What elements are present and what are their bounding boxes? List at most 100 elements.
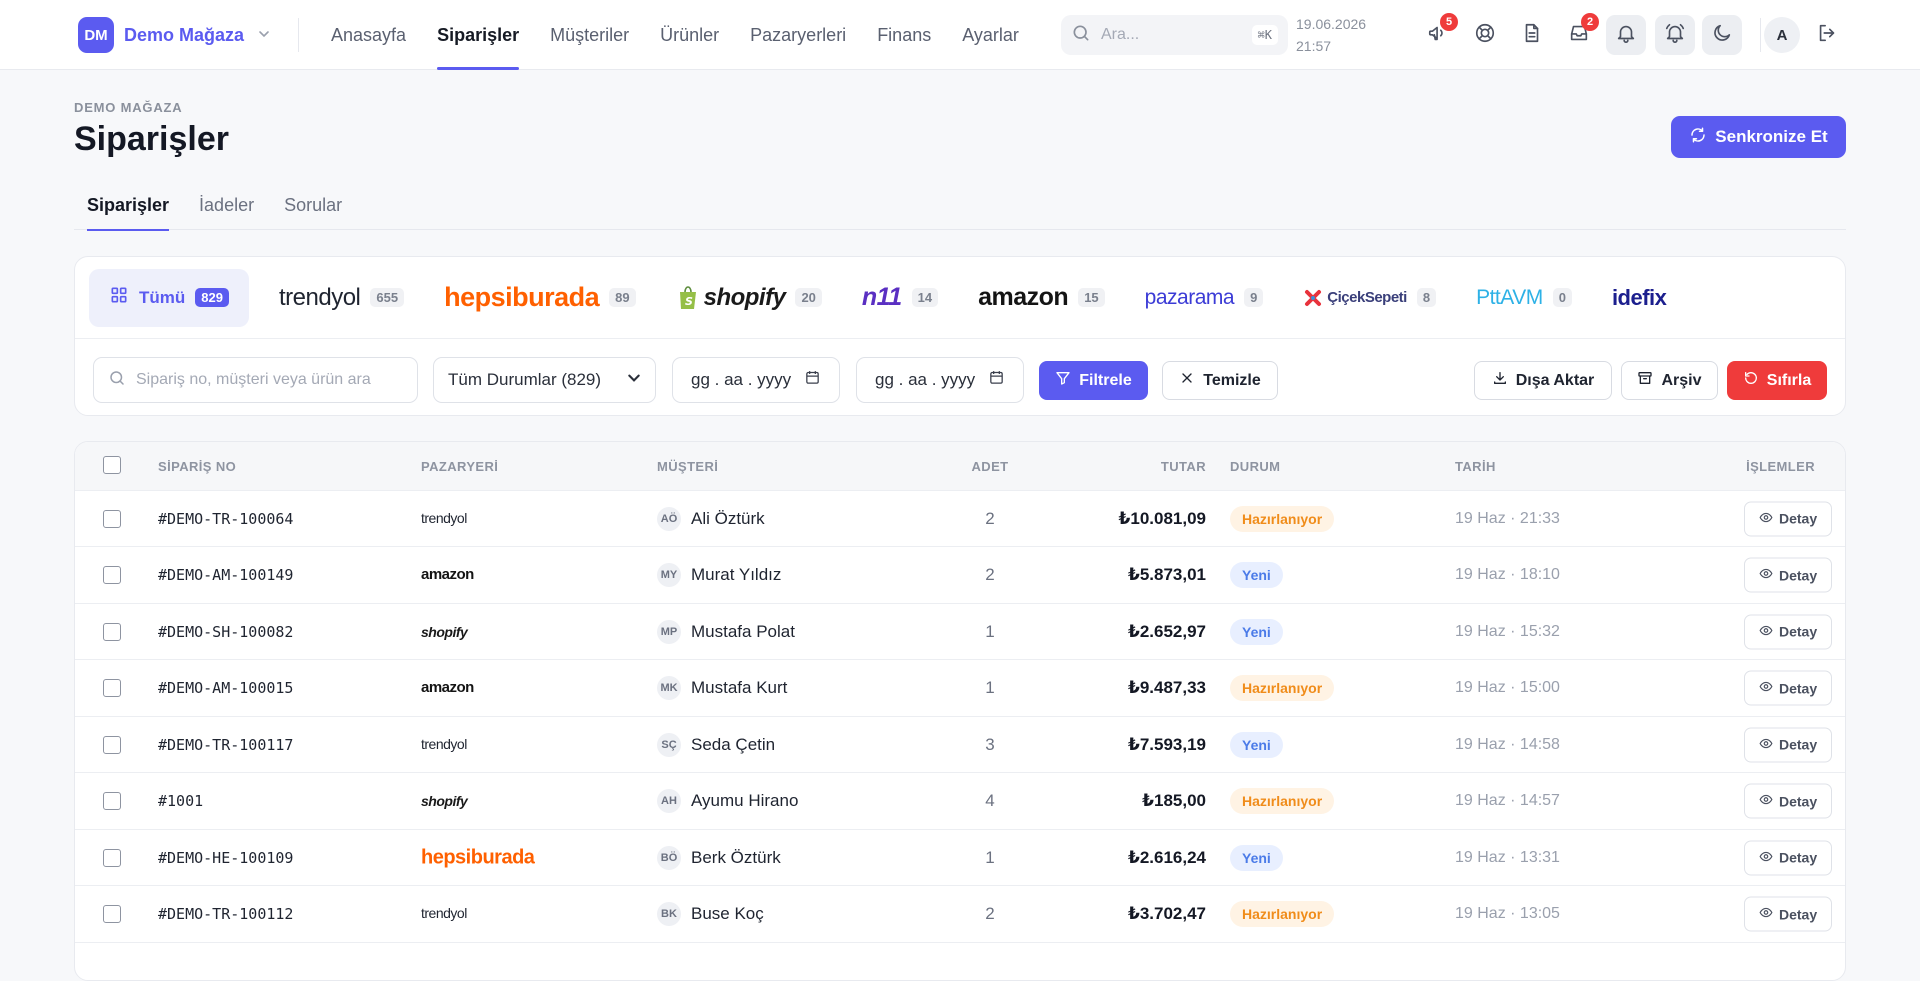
marketplace-tab-ciceksepeti[interactable]: ÇiçekSepeti 8 [1283,269,1456,327]
row-checkbox[interactable] [103,735,121,754]
grid-icon [109,285,129,310]
row-checkbox[interactable] [103,622,121,641]
row-checkbox[interactable] [103,679,121,697]
reset-button[interactable]: Sıfırla [1727,361,1827,400]
order-number[interactable]: #1001 [158,792,203,810]
actions-cell: Detay [1744,840,1833,875]
end-date-input[interactable]: gg . aa . yyyy [856,357,1024,403]
order-search-input[interactable]: Sipariş no, müşteri veya ürün ara [93,357,418,403]
notifications-button[interactable] [1606,15,1646,55]
tab-orders[interactable]: Siparişler [87,190,170,231]
detail-button[interactable]: Detay [1744,783,1833,819]
table-row[interactable]: #1001 shopify AH Ayumu Hirano 4 ₺185,00 Hazırl… [75,774,1845,830]
table-row[interactable]: #DEMO-AM-100015 amazon MK Mustafa Kurt 1 ₺9.4… [75,661,1845,717]
nav-item-products[interactable]: Ürünler [660,0,719,70]
column-header-marketplace[interactable]: PAZARYERİ [421,459,498,474]
order-number[interactable]: #DEMO-TR-100064 [158,510,293,528]
nav-item-finance[interactable]: Finans [877,0,931,70]
column-header-order-no[interactable]: SİPARİŞ NO [158,459,236,474]
marketplace-count: 829 [195,288,229,307]
status-cell: Yeni [1230,618,1283,645]
dark-mode-toggle[interactable] [1702,15,1742,55]
nav-item-home[interactable]: Anasayfa [331,0,406,70]
detail-button[interactable]: Detay [1744,557,1833,593]
marketplace-tab-pazarama[interactable]: pazarama 9 [1125,269,1284,327]
nav-item-orders[interactable]: Siparişler [437,0,520,70]
logout-button[interactable] [1807,15,1847,55]
detail-button[interactable]: Detay [1744,896,1833,932]
column-header-customer[interactable]: MÜŞTERİ [657,459,718,474]
support-button[interactable] [1465,15,1505,55]
shopify-logo: shopify [421,793,468,809]
order-number[interactable]: #DEMO-TR-100112 [158,905,293,923]
detail-button[interactable]: Detay [1744,670,1833,706]
nav-item-customers[interactable]: Müşteriler [550,0,629,70]
detail-button[interactable]: Detay [1744,727,1833,762]
status-select[interactable]: Tüm Durumlar (829) [433,357,656,403]
order-number[interactable]: #DEMO-TR-100117 [158,736,293,754]
column-header-qty[interactable]: ADET [965,459,1015,474]
tab-returns[interactable]: İadeler [199,190,254,230]
actions-cell: Detay [1744,670,1833,706]
table-row[interactable]: #DEMO-TR-100064 trendyol AÖ Ali Öztürk 2 ₺10.… [75,491,1845,547]
documents-button[interactable] [1512,15,1552,55]
detail-button[interactable]: Detay [1744,614,1833,649]
detail-button[interactable]: Detay [1744,840,1833,875]
row-checkbox[interactable] [103,509,121,528]
order-number[interactable]: #DEMO-HE-100109 [158,849,293,867]
bell-ring-icon [1664,22,1686,49]
breadcrumb: DEMO MAĞAZA [74,100,183,115]
order-number[interactable]: #DEMO-SH-100082 [158,623,293,641]
detail-button-label: Detay [1779,793,1818,809]
row-checkbox[interactable] [103,566,121,584]
select-all-checkbox[interactable] [103,456,121,474]
marketplace-tab-hepsiburada[interactable]: hepsiburada 89 [424,269,656,327]
marketplace-tab-pttavm[interactable]: PttAVM 0 [1456,269,1592,327]
clear-button[interactable]: Temizle [1162,361,1278,400]
sync-button[interactable]: Senkronize Et [1671,116,1846,158]
table-row[interactable]: #DEMO-AM-100149 amazon MY Murat Yıldız 2 ₺5.8… [75,548,1845,604]
marketplace-tab-n11[interactable]: n11 14 [842,269,958,327]
nav-item-settings[interactable]: Ayarlar [962,0,1019,70]
chevron-down-icon [258,28,270,43]
status-cell: Yeni [1230,731,1283,758]
clear-button-label: Temizle [1203,371,1261,389]
marketplace-tab-trendyol[interactable]: trendyol 655 [259,269,424,327]
order-number[interactable]: #DEMO-AM-100015 [158,679,293,697]
order-date: 19 Haz · 13:31 [1455,848,1560,866]
row-checkbox[interactable] [103,792,121,810]
alerts-button[interactable] [1655,15,1695,55]
marketplace-tab-all[interactable]: Tümü 829 [89,268,249,327]
table-row[interactable]: #DEMO-SH-100082 shopify MP Mustafa Polat 1 ₺2… [75,604,1845,660]
table-row[interactable]: #DEMO-TR-100112 trendyol BK Buse Koç 2 ₺3.702… [75,887,1845,943]
global-search[interactable]: Ara... ⌘K [1061,15,1288,55]
row-checkbox[interactable] [103,848,121,867]
column-header-date[interactable]: TARİH [1455,459,1496,474]
column-header-amount[interactable]: TUTAR [1106,459,1206,474]
customer-cell: MY Murat Yıldız [657,563,781,587]
order-number[interactable]: #DEMO-AM-100149 [158,566,293,584]
store-switcher[interactable]: DM Demo Mağaza [78,17,270,53]
archive-button[interactable]: Arşiv [1621,361,1718,400]
nav-item-marketplaces[interactable]: Pazaryerleri [750,0,846,70]
marketplace-tab-amazon[interactable]: amazon 15 [958,269,1125,327]
detail-button[interactable]: Detay [1744,501,1833,536]
column-header-status[interactable]: DURUM [1230,459,1280,474]
user-avatar[interactable]: A [1764,17,1800,53]
customer-name: Mustafa Kurt [691,678,788,697]
customer-name: Mustafa Polat [691,621,795,641]
svg-text:S: S [685,295,693,308]
download-icon [1492,370,1508,391]
inbox-button[interactable]: 2 [1559,13,1599,55]
announcements-button[interactable]: 5 [1418,13,1458,55]
marketplace-tab-idefix[interactable]: idefix [1592,269,1686,327]
export-button[interactable]: Dışa Aktar [1474,361,1612,400]
marketplace-tab-shopify[interactable]: S shopify 20 [656,269,842,327]
table-row[interactable]: #DEMO-TR-100117 trendyol SÇ Seda Çetin 3 ₺7.5… [75,717,1845,773]
start-date-input[interactable]: gg . aa . yyyy [672,357,840,403]
row-checkbox[interactable] [103,905,121,923]
tab-questions[interactable]: Sorular [284,190,342,230]
marketplace-count: 0 [1552,288,1572,307]
table-row[interactable]: #DEMO-HE-100109 hepsiburada BÖ Berk Öztürk 1… [75,830,1845,886]
filter-button[interactable]: Filtrele [1039,361,1148,400]
